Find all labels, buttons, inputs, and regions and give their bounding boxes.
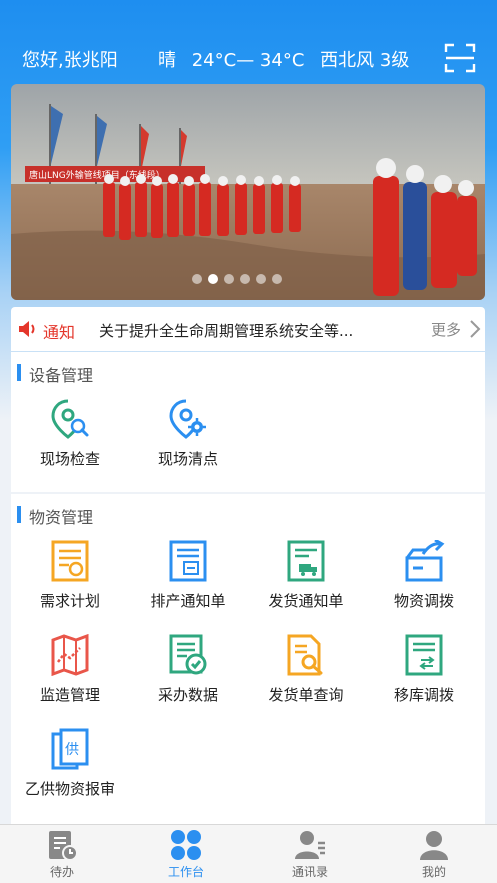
carousel-dot-active[interactable]: [208, 274, 218, 284]
tab-todo[interactable]: 待办: [0, 829, 124, 880]
weather-wind: 西北风 3级: [320, 50, 410, 71]
notice-more-link[interactable]: 更多: [431, 319, 461, 340]
notice-bar[interactable]: 通知 关于提升全生命周期管理系统安全等... 更多: [11, 307, 485, 351]
schedule-notice-icon: [169, 540, 207, 582]
material-transfer-icon: [405, 540, 445, 582]
relocation-transfer-label: 移库调拨: [393, 686, 454, 704]
supervision-label: 监造管理: [39, 686, 100, 704]
relocation-transfer-icon: [405, 634, 443, 676]
procurement-data-button[interactable]: 采办数据: [129, 634, 247, 705]
carousel-dot[interactable]: [256, 274, 266, 284]
location-search-icon: [51, 399, 89, 439]
banner-carousel[interactable]: 唐山LNG外输管线项目（东线段）: [11, 84, 485, 300]
contacts-icon: [295, 831, 325, 859]
site-inventory-button[interactable]: 现场清点: [129, 398, 247, 469]
location-gear-icon: [169, 399, 206, 439]
notice-text[interactable]: 关于提升全生命周期管理系统安全等...: [99, 320, 389, 341]
tab-workbench[interactable]: 工作台: [124, 829, 248, 880]
supervision-button[interactable]: 监造管理: [11, 634, 129, 705]
profile-icon: [420, 831, 448, 860]
carousel-dot[interactable]: [240, 274, 250, 284]
tab-todo-label: 待办: [49, 865, 74, 879]
relocation-transfer-button[interactable]: 移库调拨: [365, 634, 483, 705]
tab-contacts-label: 通讯录: [291, 865, 328, 879]
weather-temperature: 24°C— 34°C: [191, 50, 305, 71]
materials-section-title: 物资管理: [17, 504, 93, 528]
demand-plan-label: 需求计划: [39, 592, 100, 610]
shipping-notice-button[interactable]: 发货通知单: [247, 540, 365, 611]
supervision-map-icon: [51, 634, 89, 676]
shipping-notice-label: 发货通知单: [268, 592, 344, 610]
weather-info: 晴 24°C— 34°C 西北风 3级: [158, 46, 419, 72]
tab-workbench-label: 工作台: [167, 865, 204, 879]
shipping-query-label: 发货单查询: [268, 686, 344, 704]
site-inspection-label: 现场检查: [39, 450, 100, 468]
notice-label: 通知: [43, 323, 76, 342]
banner-photo: 唐山LNG外输管线项目（东线段）: [11, 84, 485, 300]
materials-section: 物资管理 需求计划 排产通知单 发货通知单 物资调拨 监造管理 采办数据 发货单…: [11, 494, 485, 824]
schedule-notice-button[interactable]: 排产通知单: [129, 540, 247, 611]
speaker-icon: [19, 321, 35, 337]
svg-text:供: 供: [65, 742, 79, 758]
bottom-tab-bar: 待办 工作台 通讯录 我的: [0, 824, 497, 883]
todo-icon: [49, 831, 78, 861]
tab-profile-label: 我的: [421, 865, 446, 879]
supplier-material-label: 乙供物资报审: [24, 780, 115, 798]
material-transfer-button[interactable]: 物资调拨: [365, 540, 483, 611]
top-header: 您好,张兆阳 晴 24°C— 34°C 西北风 3级: [0, 38, 497, 78]
workbench-icon: [171, 830, 201, 860]
site-inventory-label: 现场清点: [157, 450, 218, 468]
schedule-notice-label: 排产通知单: [150, 592, 226, 610]
carousel-indicator: [192, 274, 282, 284]
tab-profile[interactable]: 我的: [372, 829, 496, 880]
shipping-notice-icon: [287, 540, 325, 582]
material-transfer-label: 物资调拨: [393, 592, 454, 610]
carousel-dot[interactable]: [192, 274, 202, 284]
demand-plan-icon: [51, 540, 89, 582]
procurement-data-icon: [169, 634, 207, 675]
greeting-text: 您好,张兆阳: [22, 50, 118, 71]
equipment-section: 设备管理 现场检查 现场清点: [11, 352, 485, 492]
demand-plan-button[interactable]: 需求计划: [11, 540, 129, 611]
shipping-query-button[interactable]: 发货单查询: [247, 634, 365, 705]
tab-contacts[interactable]: 通讯录: [248, 829, 372, 880]
site-inspection-button[interactable]: 现场检查: [11, 398, 129, 469]
procurement-data-label: 采办数据: [157, 686, 218, 704]
shipping-query-icon: [287, 634, 323, 676]
supplier-material-icon: 供: [51, 728, 89, 770]
scan-icon[interactable]: [444, 42, 476, 74]
carousel-dot[interactable]: [272, 274, 282, 284]
chevron-right-icon[interactable]: [469, 319, 481, 339]
supplier-material-button[interactable]: 供 乙供物资报审: [11, 728, 129, 799]
equipment-section-title: 设备管理: [17, 362, 93, 386]
carousel-dot[interactable]: [224, 274, 234, 284]
weather-condition: 晴: [158, 50, 176, 71]
